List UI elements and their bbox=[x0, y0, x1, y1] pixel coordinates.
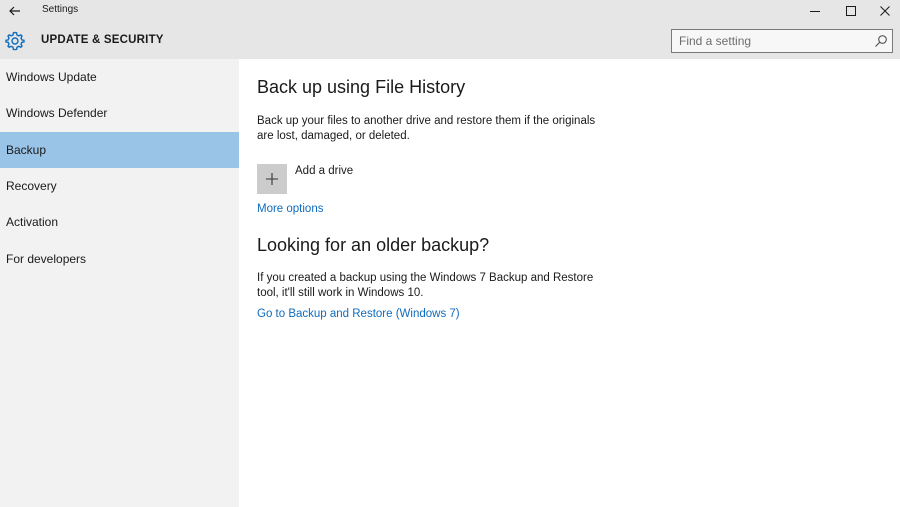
search-box[interactable] bbox=[671, 29, 893, 53]
back-button[interactable] bbox=[0, 0, 30, 22]
sidebar-item-label: Activation bbox=[6, 215, 59, 229]
page-header: UPDATE & SECURITY bbox=[0, 22, 900, 59]
back-arrow-icon bbox=[9, 6, 20, 16]
file-history-description: Back up your files to another drive and … bbox=[257, 115, 596, 142]
minimize-icon bbox=[810, 11, 820, 12]
close-icon bbox=[880, 6, 890, 16]
older-backup-heading: Looking for an older backup? bbox=[257, 235, 490, 255]
search-input[interactable] bbox=[672, 30, 868, 51]
backup-restore-windows7-link[interactable]: Go to Backup and Restore (Windows 7) bbox=[257, 308, 460, 320]
title-bar: Settings bbox=[0, 0, 900, 22]
sidebar-item-recovery[interactable]: Recovery bbox=[0, 168, 239, 204]
sidebar-item-label: Windows Update bbox=[6, 70, 97, 84]
maximize-icon bbox=[846, 6, 856, 16]
sidebar-item-for-developers[interactable]: For developers bbox=[0, 241, 239, 277]
main-content: Back up using File History Back up your … bbox=[239, 59, 900, 507]
sidebar-item-windows-update[interactable]: Windows Update bbox=[0, 59, 239, 95]
sidebar-item-backup[interactable]: Backup bbox=[0, 132, 239, 168]
sidebar: Windows Update Windows Defender Backup R… bbox=[0, 59, 239, 507]
close-button[interactable] bbox=[868, 0, 900, 22]
sidebar-item-label: Recovery bbox=[6, 179, 57, 193]
page-title: UPDATE & SECURITY bbox=[41, 34, 164, 46]
sidebar-item-label: For developers bbox=[6, 252, 87, 266]
older-backup-description: If you created a backup using the Window… bbox=[257, 272, 594, 299]
search-icon[interactable] bbox=[874, 34, 888, 48]
more-options-link[interactable]: More options bbox=[257, 203, 323, 215]
sidebar-item-activation[interactable]: Activation bbox=[0, 204, 239, 240]
add-drive-button[interactable] bbox=[257, 164, 287, 194]
sidebar-item-windows-defender[interactable]: Windows Defender bbox=[0, 95, 239, 131]
file-history-heading: Back up using File History bbox=[257, 77, 466, 97]
gear-icon bbox=[5, 31, 25, 51]
sidebar-item-label: Windows Defender bbox=[6, 106, 108, 120]
window-title: Settings bbox=[42, 4, 79, 15]
maximize-button[interactable] bbox=[834, 0, 868, 22]
sidebar-item-label: Backup bbox=[6, 143, 47, 157]
minimize-button[interactable] bbox=[798, 0, 832, 22]
add-drive-label[interactable]: Add a drive bbox=[295, 165, 353, 177]
plus-icon bbox=[266, 173, 278, 185]
